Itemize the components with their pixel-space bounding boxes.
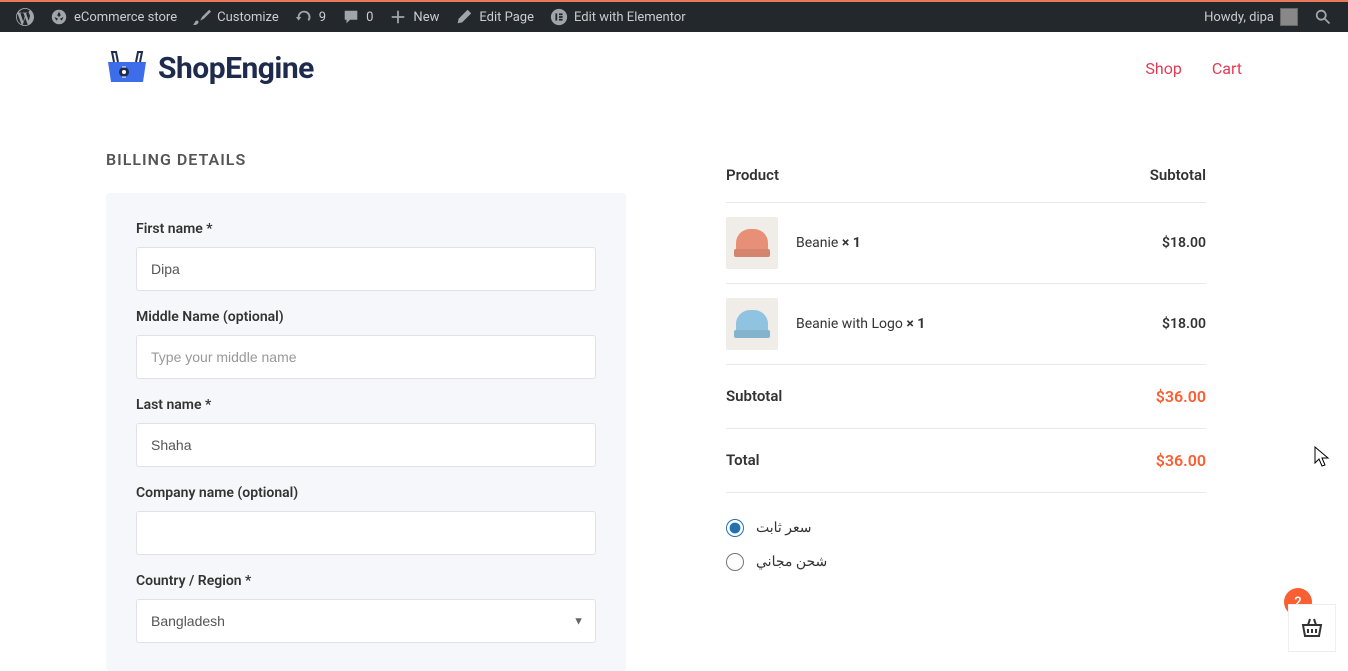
admin-updates[interactable]: 9: [287, 1, 334, 33]
order-summary: Product Subtotal Beanie × 1 $18.00 Beani…: [726, 104, 1206, 579]
beanie-icon: [736, 310, 768, 338]
first-name-label: First name *: [136, 221, 596, 237]
comment-icon: [342, 8, 360, 26]
product-thumb: [726, 217, 778, 269]
company-label: Company name (optional): [136, 485, 596, 501]
basket-icon: [1300, 616, 1324, 640]
admin-new[interactable]: New: [381, 1, 447, 33]
subtotal-header: Subtotal: [1150, 166, 1206, 184]
admin-comments-count: 0: [366, 10, 373, 25]
admin-edit-label: Edit Page: [479, 10, 534, 25]
admin-comments[interactable]: 0: [334, 1, 381, 33]
shipping-flat-radio[interactable]: [726, 519, 744, 537]
product-thumb: [726, 298, 778, 350]
total-label: Total: [726, 451, 760, 470]
country-select[interactable]: Bangladesh: [136, 599, 596, 643]
admin-customize-label: Customize: [217, 10, 279, 25]
admin-updates-count: 9: [319, 10, 326, 25]
logo-icon: [106, 50, 148, 86]
total-line: Total $36.00: [726, 428, 1206, 492]
middle-name-input[interactable]: [136, 335, 596, 379]
wp-logo[interactable]: [8, 1, 42, 33]
refresh-icon: [295, 8, 313, 26]
admin-site-label: eCommerce store: [74, 10, 177, 25]
admin-elementor[interactable]: Edit with Elementor: [542, 1, 694, 33]
admin-site-name[interactable]: eCommerce store: [42, 1, 185, 33]
country-label: Country / Region *: [136, 573, 596, 589]
beanie-icon: [736, 229, 768, 257]
subtotal-label: Subtotal: [726, 387, 782, 406]
order-item: Beanie × 1 $18.00: [726, 202, 1206, 283]
cart-button[interactable]: [1288, 604, 1336, 652]
shipping-flat-label: سعر ثابت: [756, 520, 812, 536]
admin-account[interactable]: Howdy, dipa: [1196, 1, 1306, 33]
search-icon: [1314, 8, 1332, 26]
admin-elementor-label: Edit with Elementor: [574, 10, 686, 25]
subtotal-amount: $36.00: [1156, 387, 1206, 406]
brand-name: ShopEngine: [158, 51, 314, 86]
product-price: $18.00: [1162, 235, 1206, 251]
avatar: [1280, 8, 1298, 26]
total-amount: $36.00: [1156, 451, 1206, 470]
nav-cart[interactable]: Cart: [1212, 59, 1242, 78]
shipping-free-label: شحن مجاني: [756, 554, 827, 570]
plus-icon: [389, 8, 407, 26]
shipping-free[interactable]: شحن مجاني: [726, 545, 1206, 579]
site-logo[interactable]: ShopEngine: [106, 50, 314, 86]
admin-new-label: New: [413, 10, 439, 25]
checkout-content: BILLING DETAILS First name * Middle Name…: [0, 104, 1348, 671]
brush-icon: [193, 8, 211, 26]
admin-edit-page[interactable]: Edit Page: [447, 1, 542, 33]
company-input[interactable]: [136, 511, 596, 555]
billing-title: BILLING DETAILS: [106, 150, 626, 169]
billing-form: First name * Middle Name (optional) Last…: [106, 193, 626, 671]
admin-howdy: Howdy, dipa: [1204, 10, 1274, 25]
middle-name-label: Middle Name (optional): [136, 309, 596, 325]
product-qty: × 1: [842, 235, 861, 251]
shipping-flat[interactable]: سعر ثابت: [726, 511, 1206, 545]
product-name: Beanie: [796, 235, 838, 251]
first-name-input[interactable]: [136, 247, 596, 291]
wordpress-icon: [16, 8, 34, 26]
main-nav: Shop Cart: [1145, 59, 1242, 78]
last-name-label: Last name *: [136, 397, 596, 413]
product-header: Product: [726, 166, 779, 184]
nav-shop[interactable]: Shop: [1145, 59, 1181, 78]
pencil-icon: [455, 8, 473, 26]
site-header: ShopEngine Shop Cart: [0, 32, 1348, 104]
elementor-icon: [550, 8, 568, 26]
product-qty: × 1: [906, 316, 925, 332]
order-item: Beanie with Logo × 1 $18.00: [726, 283, 1206, 364]
product-name: Beanie with Logo: [796, 316, 903, 332]
subtotal-line: Subtotal $36.00: [726, 364, 1206, 428]
admin-customize[interactable]: Customize: [185, 1, 287, 33]
last-name-input[interactable]: [136, 423, 596, 467]
dashboard-icon: [50, 8, 68, 26]
admin-search[interactable]: [1306, 1, 1340, 33]
shipping-free-radio[interactable]: [726, 553, 744, 571]
product-price: $18.00: [1162, 316, 1206, 332]
shipping-options: سعر ثابت شحن مجاني: [726, 492, 1206, 579]
wp-admin-bar: eCommerce store Customize 9 0 New Edit P…: [0, 0, 1348, 32]
